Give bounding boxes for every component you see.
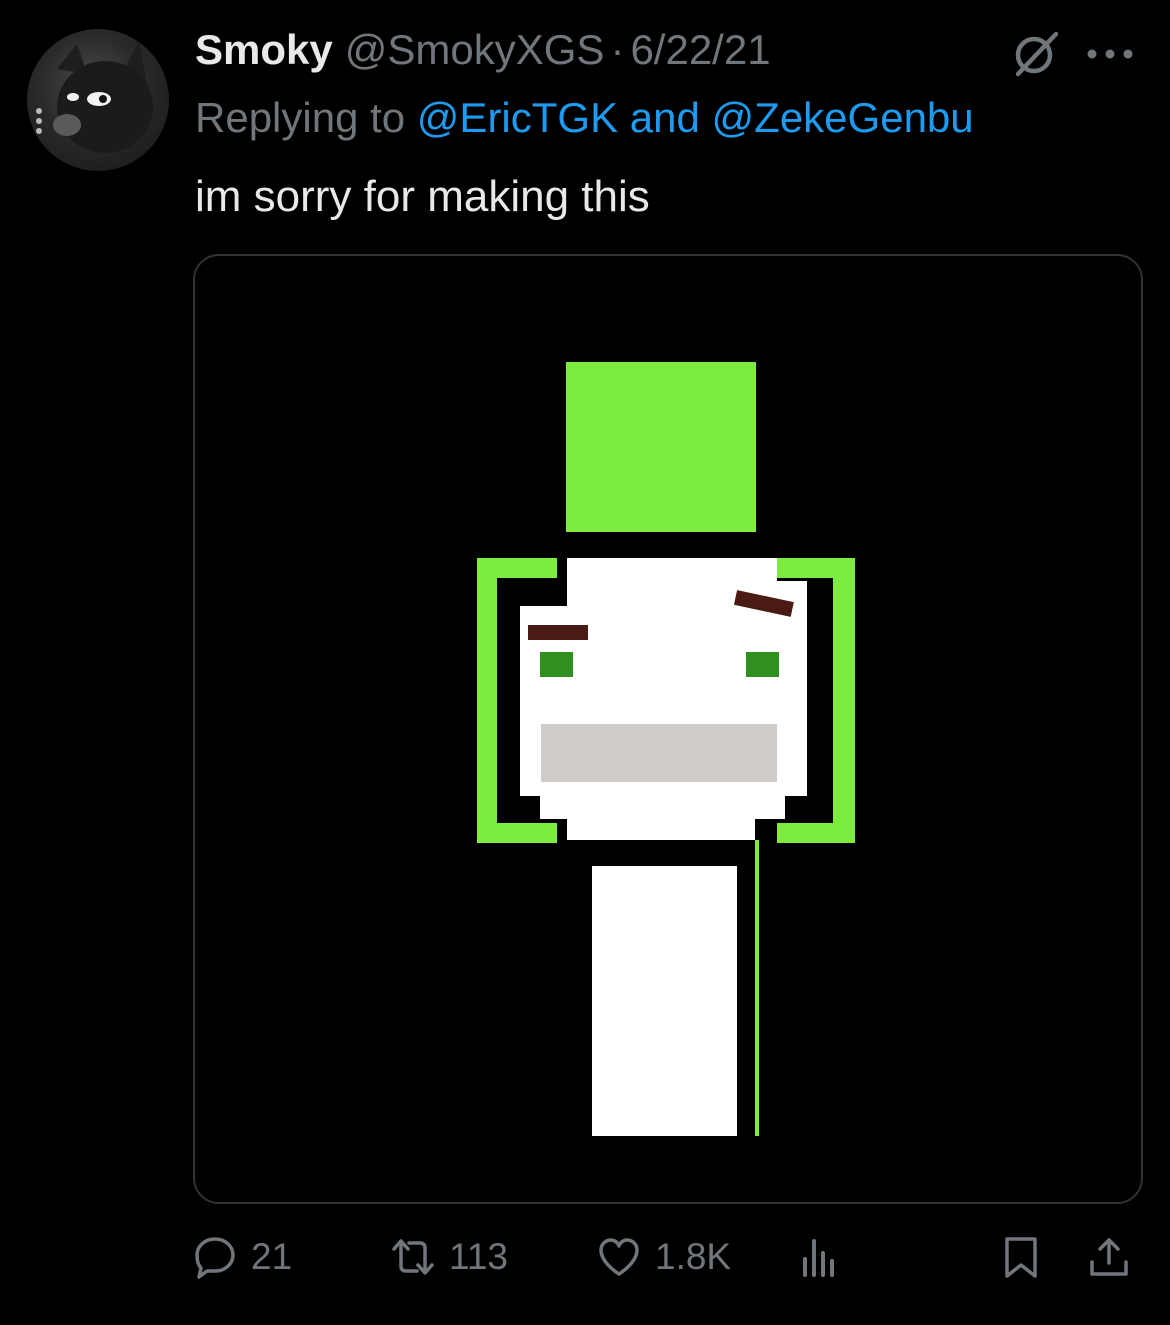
tweet-text: im sorry for making this [195,172,650,221]
retweet-button[interactable]: 113 [391,1225,508,1289]
like-count: 1.8K [655,1236,732,1277]
bookmark-button[interactable] [999,1225,1043,1289]
share-button[interactable] [1087,1225,1131,1289]
mention-joiner: and [629,94,700,141]
media-image [477,362,855,1136]
tweet-header: Smoky @SmokyXGS · 6/22/21 [195,26,771,80]
replying-to: Replying to @EricTGK and @ZekeGenbu [195,94,974,142]
avatar[interactable] [27,29,169,171]
image-green-hat [566,362,756,532]
tweet-actions: 21 113 1.8K [193,1225,1143,1289]
replying-to-label: Replying to [195,94,406,141]
image-mouth [541,724,777,782]
views-icon [803,1239,834,1277]
mention-zekegenbu[interactable]: @ZekeGenbu [712,94,974,141]
tweet-media[interactable] [193,254,1143,1204]
image-green-line [755,840,759,1136]
like-icon [599,1238,639,1276]
retweet-count: 113 [449,1236,508,1277]
handle[interactable]: @SmokyXGS [345,26,605,74]
display-name[interactable]: Smoky [195,26,333,74]
header-icons [1010,28,1138,80]
timestamp[interactable]: 6/22/21 [630,26,770,74]
share-icon [1090,1238,1128,1276]
retweet-icon [392,1239,434,1275]
image-right-eye [746,652,779,677]
more-icon[interactable] [1082,28,1138,80]
reply-count: 21 [251,1236,293,1277]
bookmark-icon [1005,1237,1037,1278]
separator: · [610,26,625,73]
tweet: Smoky @SmokyXGS · 6/22/21 Replying to @E… [0,0,1170,1325]
like-button[interactable]: 1.8K [597,1225,731,1289]
image-left-brow [528,625,588,640]
image-body [592,866,737,1136]
reply-button[interactable]: 21 [193,1225,292,1289]
avatar-image [36,41,153,153]
reply-icon [195,1237,235,1279]
image-left-eye [540,652,573,677]
grok-icon[interactable] [1010,28,1062,80]
views-button[interactable] [797,1225,841,1289]
mention-erictgk[interactable]: @EricTGK [417,94,618,141]
